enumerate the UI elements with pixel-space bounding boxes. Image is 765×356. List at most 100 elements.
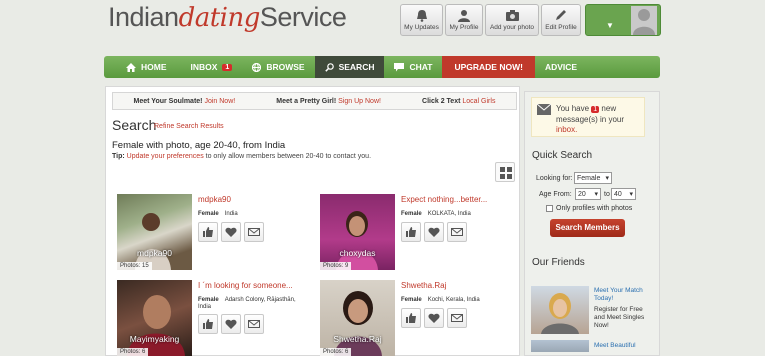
nav-home[interactable]: HOME [104, 56, 177, 78]
favorite-button[interactable] [221, 314, 241, 334]
tip-rest: to only allow members between 20-40 to c… [203, 153, 372, 160]
site-logo[interactable]: IndiandatingService [108, 2, 347, 33]
page-title: Search [112, 117, 157, 133]
my-profile-label: My Profile [449, 24, 479, 31]
chat-icon [394, 62, 405, 71]
friend-ad-image[interactable] [531, 340, 589, 352]
friend-ad-link[interactable]: Meet Beautiful [594, 342, 650, 350]
age-from-label: Age From: [539, 191, 572, 198]
thumbs-up-icon [406, 227, 416, 237]
nav-search[interactable]: SEARCH [314, 56, 385, 78]
promo-text: Click 2 Text Local Girls [422, 97, 496, 105]
message-button[interactable] [447, 308, 467, 328]
inbox-link[interactable]: inbox. [556, 125, 577, 134]
refine-search-link[interactable]: Refine Search Results [154, 123, 224, 130]
message-button[interactable] [244, 314, 264, 334]
grid-view-button[interactable] [495, 162, 515, 182]
nav-upgrade[interactable]: UPGRADE NOW! [442, 56, 535, 78]
member-actions [401, 308, 467, 328]
friend-ad-description: Register for Free and Meet Singles Now! [594, 306, 645, 329]
member-meta-line2: India [198, 304, 212, 310]
add-photo-button[interactable]: Add your photo [485, 4, 539, 36]
like-button[interactable] [401, 308, 421, 328]
nav-search-label: SEARCH [338, 62, 375, 72]
chevron-down-icon: ▾ [629, 191, 633, 198]
heart-icon [428, 313, 440, 323]
age-from-select[interactable]: 20 ▾ [575, 188, 601, 200]
like-button[interactable] [198, 314, 218, 334]
tip-label: Tip: [112, 153, 125, 160]
local-girls-link[interactable]: Local Girls [462, 98, 495, 105]
nav-advice[interactable]: ADVICE [535, 56, 587, 78]
favorite-button[interactable] [424, 308, 444, 328]
edit-profile-label: Edit Profile [545, 24, 577, 31]
edit-profile-button[interactable]: Edit Profile [541, 4, 581, 36]
photo-count: Photos: 15 [117, 262, 152, 270]
friend-ad-text: Meet Your Match Today! Register for Free… [594, 287, 650, 330]
heart-icon [225, 227, 237, 237]
friend-ad-image[interactable] [531, 286, 589, 334]
envelope-icon [451, 314, 463, 322]
my-profile-button[interactable]: My Profile [445, 4, 483, 36]
looking-for-select[interactable]: Female ▾ [574, 172, 612, 184]
thumbs-up-icon [203, 227, 213, 237]
age-to-label: to [604, 191, 610, 198]
camera-icon [505, 10, 519, 21]
member-actions [198, 222, 264, 242]
member-photo[interactable]: Mayimyaking Photos: 6 [117, 280, 192, 356]
photos-only-checkbox[interactable] [546, 205, 553, 212]
member-actions [401, 222, 467, 242]
profile-menu-button[interactable]: ▼ [585, 4, 661, 36]
message-button[interactable] [447, 222, 467, 242]
main-nav: HOME INBOX 1 BROWSE SEARCH CHAT UPGRADE … [104, 56, 660, 78]
thumbs-up-icon [406, 313, 416, 323]
thumbs-up-icon [203, 319, 213, 329]
photo-name: Mayimyaking [129, 334, 180, 344]
member-meta: Female Kochi, Kerala, India [401, 297, 480, 303]
member-photo[interactable]: choxydas Photos: 9 [320, 194, 395, 270]
logo-text-service: Service [259, 2, 347, 32]
envelope-icon [537, 104, 551, 115]
envelope-icon [248, 228, 260, 236]
like-button[interactable] [198, 222, 218, 242]
chevron-down-icon: ▾ [594, 191, 598, 198]
bell-icon [416, 10, 427, 22]
member-photo[interactable]: mdpka90 Photos: 15 [117, 194, 192, 270]
favorite-button[interactable] [424, 222, 444, 242]
envelope-icon [248, 320, 260, 328]
chevron-down-icon: ▼ [606, 21, 614, 30]
search-icon [324, 62, 334, 72]
like-button[interactable] [401, 222, 421, 242]
age-to-select[interactable]: 40 ▾ [611, 188, 636, 200]
nav-chat[interactable]: CHAT [384, 56, 442, 78]
member-username[interactable]: Expect nothing...better... [401, 195, 487, 204]
person-icon [458, 10, 470, 22]
nav-browse-label: BROWSE [266, 62, 305, 72]
nav-advice-label: ADVICE [544, 62, 578, 72]
photo-placeholder [127, 295, 185, 356]
favorite-button[interactable] [221, 222, 241, 242]
search-members-button[interactable]: Search Members [550, 219, 625, 237]
my-updates-button[interactable]: My Updates [400, 4, 443, 36]
photo-placeholder [336, 211, 378, 270]
member-meta: Female India [198, 211, 238, 217]
member-username[interactable]: Shwetha.Raj [401, 281, 446, 290]
member-photo[interactable]: Shwetha.Raj Photos: 6 [320, 280, 395, 356]
photo-name: mdpka90 [137, 248, 172, 258]
quick-search-title: Quick Search [532, 150, 593, 161]
friend-ad-text: Meet Beautiful [594, 342, 650, 350]
heart-icon [428, 227, 440, 237]
join-now-link[interactable]: Join Now! [204, 98, 235, 105]
message-button[interactable] [244, 222, 264, 242]
sign-up-link[interactable]: Sign Up Now! [338, 98, 381, 105]
friend-ad-link[interactable]: Meet Your Match Today! [594, 287, 650, 303]
globe-icon [252, 62, 262, 72]
update-preferences-link[interactable]: Update your preferences [127, 153, 204, 160]
nav-browse[interactable]: BROWSE [242, 56, 314, 78]
photo-placeholder [541, 293, 579, 334]
pencil-icon [556, 10, 566, 20]
nav-inbox-label: INBOX [190, 62, 218, 72]
member-username[interactable]: I ´m looking for someone... [198, 281, 293, 290]
member-username[interactable]: mdpka90 [198, 195, 231, 204]
nav-inbox[interactable]: INBOX 1 [177, 56, 243, 78]
